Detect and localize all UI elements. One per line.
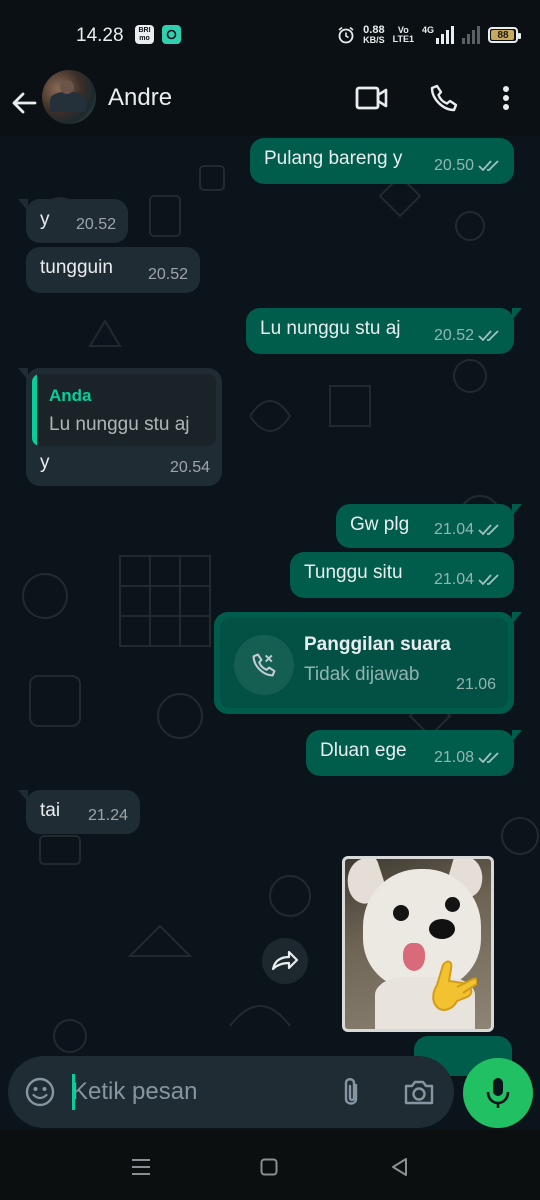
message-text: Dluan ege (320, 740, 407, 761)
read-ticks-icon (478, 752, 499, 764)
message-bubble-incoming[interactable]: y 20.52 (18, 199, 128, 243)
emoji-icon[interactable] (22, 1074, 58, 1110)
brimo-app-icon: BRI mo (135, 25, 154, 44)
dog-sticker[interactable] (342, 856, 494, 1032)
call-status: Tidak dijawab (304, 664, 420, 685)
quoted-message[interactable]: Anda Lu nunggu stu aj (32, 374, 216, 446)
home-icon[interactable] (252, 1150, 286, 1184)
quote-text: Lu nunggu stu aj (49, 414, 190, 435)
recent-apps-icon[interactable] (124, 1150, 158, 1184)
message-bubble-incoming[interactable]: tungguin 20.52 (26, 247, 200, 293)
system-nav-bar (0, 1132, 540, 1200)
read-ticks-icon (478, 524, 499, 536)
message-time: 21.04 (433, 521, 474, 538)
message-text: tai (40, 800, 61, 821)
read-ticks-icon (478, 574, 499, 586)
call-log-bubble[interactable]: Panggilan suara Tidak dijawab 21.06 (214, 612, 522, 714)
signal-strength-icon: 4G (422, 26, 454, 44)
message-text: y (40, 209, 50, 230)
read-ticks-icon (478, 330, 499, 342)
chat-app-icon (162, 25, 181, 44)
message-bubble-outgoing[interactable]: Lu nunggu stu aj 20.52 (246, 308, 522, 354)
message-text: tungguin (40, 257, 113, 278)
message-text: Gw plg (350, 514, 410, 535)
forward-icon[interactable] (262, 938, 308, 984)
message-bubble-outgoing[interactable]: Gw plg 21.04 (336, 504, 522, 548)
message-time: 20.52 (75, 216, 116, 233)
video-call-icon[interactable] (352, 78, 392, 118)
mic-button[interactable] (463, 1058, 533, 1128)
shaka-hand-icon (432, 960, 477, 1011)
message-bubble-reply[interactable]: Anda Lu nunggu stu aj y 20.54 (18, 368, 222, 486)
message-input[interactable] (72, 1070, 322, 1114)
attach-icon[interactable] (334, 1074, 368, 1110)
message-bubble-outgoing[interactable]: Dluan ege 21.08 (306, 730, 522, 776)
avatar[interactable] (42, 70, 96, 124)
call-title: Panggilan suara (304, 634, 451, 655)
mic-icon (486, 1078, 510, 1108)
message-time: 21.08 (433, 749, 474, 766)
text-cursor (72, 1074, 75, 1110)
volte-indicator: Vo LTE1 (392, 25, 414, 44)
message-time: 21.06 (455, 676, 496, 693)
message-time: 20.54 (169, 459, 210, 476)
contact-name[interactable]: Andre (108, 84, 172, 112)
message-time: 20.52 (147, 266, 188, 283)
message-time: 20.50 (433, 157, 474, 174)
status-icons: 0.88 KB/S Vo LTE1 4G 88 (337, 22, 521, 48)
message-time: 20.52 (433, 327, 474, 344)
status-bar: 14.28 BRI mo 0.88 KB/S Vo LTE1 4G 88 (0, 0, 540, 70)
message-text: Pulang bareng y (264, 148, 403, 169)
chat-area[interactable]: Pulang bareng y 20.50 y 20.52 tungguin 2… (0, 136, 540, 1130)
missed-call-icon (234, 635, 294, 695)
quote-author: Anda (49, 386, 92, 405)
battery-icon: 88 (488, 27, 521, 43)
message-composer (8, 1056, 454, 1128)
phone-icon[interactable] (424, 78, 464, 118)
status-time: 14.28 (76, 25, 124, 46)
message-bubble-outgoing[interactable]: Pulang bareng y 20.50 (250, 138, 514, 184)
back-arrow-icon[interactable] (8, 80, 40, 126)
message-text: y (40, 452, 50, 473)
back-nav-icon[interactable] (382, 1150, 416, 1184)
message-bubble-incoming[interactable]: tai 21.24 (18, 790, 140, 834)
message-text: Tunggu situ (304, 562, 403, 583)
chat-header: Andre (0, 70, 540, 136)
alarm-icon (338, 26, 354, 44)
message-text: Lu nunggu stu aj (260, 318, 401, 339)
more-vert-icon[interactable] (488, 78, 524, 118)
network-speed: 0.88 KB/S (363, 24, 385, 45)
message-time: 21.04 (433, 571, 474, 588)
read-ticks-icon (478, 160, 499, 172)
signal-strength-2-icon (462, 26, 480, 44)
camera-icon[interactable] (400, 1074, 438, 1110)
message-time: 21.24 (87, 807, 128, 824)
message-bubble-outgoing[interactable]: Tunggu situ 21.04 (290, 552, 514, 598)
